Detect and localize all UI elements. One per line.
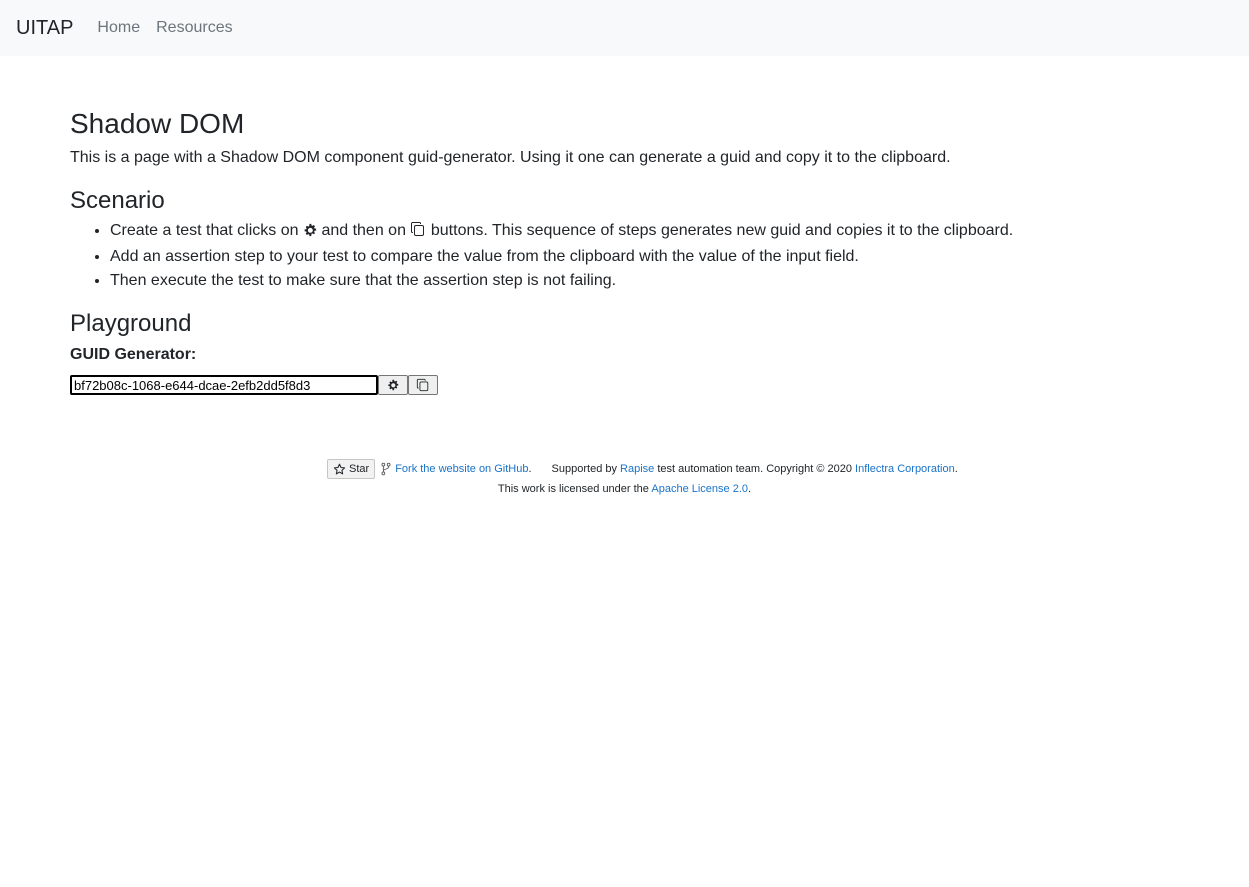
- page-intro: This is a page with a Shadow DOM compone…: [70, 149, 951, 166]
- guid-generator-label: GUID Generator:: [70, 346, 197, 363]
- fork-github-link[interactable]: Fork the website on GitHub: [395, 463, 528, 475]
- page-title: Shadow DOM: [70, 108, 245, 139]
- rapise-link[interactable]: Rapise: [620, 463, 654, 475]
- guid-generator: [70, 375, 1180, 395]
- nav-link-home[interactable]: Home: [89, 19, 148, 37]
- scenario-step-2: Add an assertion step to your test to co…: [110, 245, 1180, 269]
- scenario-step-3: Then execute the test to make sure that …: [110, 269, 1180, 293]
- navbar: UITAP Home Resources: [0, 0, 1249, 56]
- apache-license-link[interactable]: Apache License 2.0: [651, 483, 748, 495]
- inflectra-link[interactable]: Inflectra Corporation: [855, 463, 955, 475]
- scenario-heading: Scenario: [70, 187, 165, 214]
- star-label: Star: [349, 463, 370, 475]
- main-container: Shadow DOM This is a page with a Shadow …: [70, 56, 1180, 395]
- playground-heading: Playground: [70, 310, 192, 337]
- gear-icon: [303, 221, 317, 245]
- brand-link[interactable]: UITAP: [16, 17, 73, 40]
- fork-icon: [380, 462, 392, 476]
- copy-icon: [410, 221, 426, 245]
- gear-icon: [387, 379, 399, 391]
- copy-icon: [416, 378, 430, 392]
- supported-text: Supported by Rapise test automation team…: [551, 463, 958, 475]
- scenario-step-1: Create a test that clicks on and then on…: [110, 219, 1180, 245]
- generate-button[interactable]: [378, 375, 408, 395]
- copy-button[interactable]: [408, 375, 438, 395]
- license-text: This work is licensed under the Apache L…: [497, 483, 752, 495]
- fork-wrap: Fork the website on GitHub.: [380, 462, 532, 476]
- github-star-button[interactable]: Star: [327, 459, 376, 479]
- nav-link-resources[interactable]: Resources: [148, 19, 240, 37]
- scenario-list: Create a test that clicks on and then on…: [70, 219, 1180, 293]
- star-icon: [333, 463, 346, 476]
- footer: Star Fork the website on GitHub. Support…: [0, 459, 1249, 498]
- guid-input[interactable]: [70, 375, 378, 395]
